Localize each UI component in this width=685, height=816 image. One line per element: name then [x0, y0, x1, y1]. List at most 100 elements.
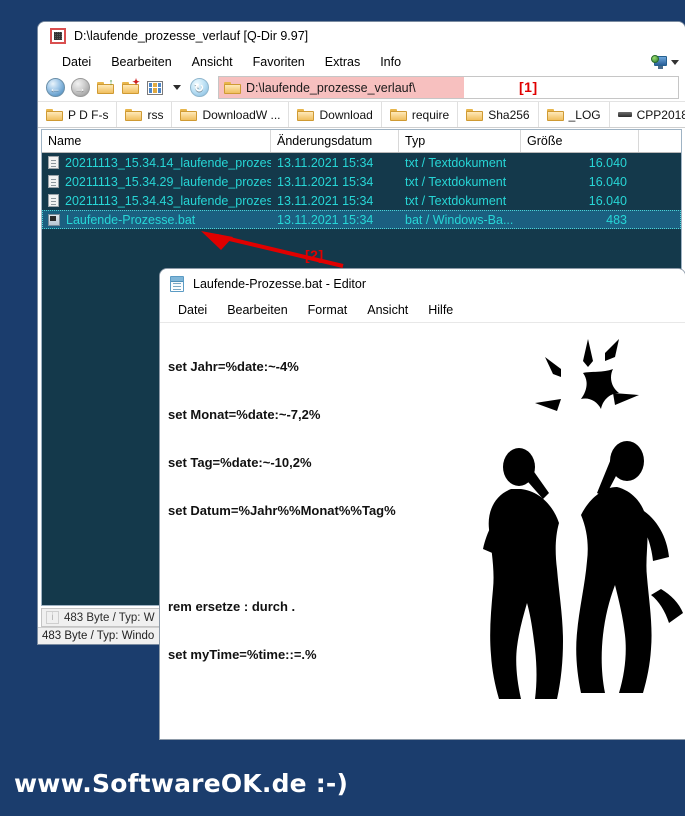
- np-menu-item-bearbeiten[interactable]: Bearbeiten: [217, 301, 297, 319]
- file-name: 20211113_15.34.43_laufende_prozes...: [65, 193, 271, 208]
- favorite-label: Download: [319, 107, 373, 122]
- menubar-right-tools: [651, 50, 679, 74]
- file-name: 20211113_15.34.14_laufende_prozes...: [65, 155, 271, 170]
- folder-icon: [224, 81, 241, 94]
- table-row[interactable]: 20211113_15.34.43_laufende_prozes... 13.…: [42, 191, 681, 210]
- file-list-rows: 20211113_15.34.14_laufende_prozes... 13.…: [42, 153, 681, 229]
- notepad-icon: [170, 275, 184, 292]
- favorite-item-rss[interactable]: rss: [117, 102, 173, 127]
- table-row[interactable]: 20211113_15.34.14_laufende_prozes... 13.…: [42, 153, 681, 172]
- file-type: txt / Textdokument: [405, 155, 507, 170]
- file-date: 13.11.2021 15:34: [277, 193, 374, 208]
- folder-icon: [546, 108, 564, 121]
- menu-item-info[interactable]: Info: [370, 53, 411, 71]
- favorite-item-log[interactable]: _LOG: [539, 102, 610, 127]
- folder-icon: [297, 108, 315, 121]
- qdir-titlebar: D:\laufende_prozesse_verlauf [Q-Dir 9.97…: [38, 22, 685, 50]
- favorite-item-pdfs[interactable]: P D F-s: [38, 102, 118, 127]
- favorite-label: _LOG: [568, 107, 601, 122]
- watermark-text: www.SoftwareOK.de :-): [14, 769, 349, 798]
- file-date: 13.11.2021 15:34: [277, 155, 374, 170]
- folder-icon: [46, 108, 63, 121]
- forward-arrow-icon[interactable]: →: [69, 77, 91, 99]
- code-line: set myTime=%time::=.%: [168, 647, 317, 662]
- annotation-marker-2: [2]: [305, 247, 324, 263]
- folder-icon: [466, 108, 484, 121]
- menu-item-datei[interactable]: Datei: [52, 53, 101, 71]
- qdir-menubar: Datei Bearbeiten Ansicht Favoriten Extra…: [38, 50, 685, 74]
- text-document-icon: [48, 175, 59, 188]
- network-monitor-icon[interactable]: [651, 55, 668, 69]
- refresh-icon[interactable]: ↻: [188, 77, 210, 99]
- info-icon: i: [46, 611, 59, 624]
- file-size: 16.040: [588, 193, 627, 208]
- chevron-down-icon[interactable]: [671, 59, 679, 65]
- annotation-marker-1: [1]: [519, 79, 538, 95]
- np-menu-item-format[interactable]: Format: [298, 301, 358, 319]
- favorites-bar: P D F-s rss DownloadW ... Download requi…: [38, 102, 685, 128]
- file-name: Laufende-Prozesse.bat: [66, 212, 196, 227]
- code-line: set Datum=%Jahr%%Monat%%Tag%: [168, 503, 396, 518]
- qdir-toolbar: ← → ↑ ✦ ↻ D:\laufende_prozesse_verlauf\ …: [38, 74, 685, 102]
- menu-item-ansicht[interactable]: Ansicht: [182, 53, 243, 71]
- favorite-item-require[interactable]: require: [382, 102, 459, 127]
- file-date: 13.11.2021 15:34: [277, 212, 374, 227]
- favorite-item-download[interactable]: Download: [289, 102, 382, 127]
- file-type: txt / Textdokument: [405, 174, 507, 189]
- column-header-size[interactable]: Größe: [521, 130, 639, 152]
- qdir-app-icon: [50, 28, 66, 44]
- favorite-label: CPP2018 (F:): [636, 107, 685, 122]
- table-row[interactable]: 20211113_15.34.29_laufende_prozes... 13.…: [42, 172, 681, 191]
- notepad-text-content: set Jahr=%date:~-4% set Monat=%date:~-7,…: [160, 323, 685, 739]
- code-line: set Jahr=%date:~-4%: [168, 359, 299, 374]
- column-header-empty: [639, 130, 681, 152]
- file-type: txt / Textdokument: [405, 193, 507, 208]
- column-header-type[interactable]: Typ: [399, 130, 521, 152]
- code-line: set Tag=%date:~-10,2%: [168, 455, 312, 470]
- file-date: 13.11.2021 15:34: [277, 174, 374, 189]
- favorite-label: P D F-s: [68, 107, 109, 122]
- file-name: 20211113_15.34.29_laufende_prozes...: [65, 174, 271, 189]
- file-type: bat / Windows-Ba...: [405, 212, 514, 227]
- back-arrow-icon[interactable]: ←: [44, 77, 66, 99]
- pane-status-text: 483 Byte / Typ: W: [64, 611, 155, 624]
- file-size: 483: [606, 212, 627, 227]
- column-header-date[interactable]: Änderungsdatum: [271, 130, 399, 152]
- np-menu-item-hilfe[interactable]: Hilfe: [418, 301, 463, 319]
- notepad-titlebar: Laufende-Prozesse.bat - Editor: [160, 269, 685, 298]
- column-header-name[interactable]: Name: [42, 130, 271, 152]
- table-row-selected[interactable]: Laufende-Prozesse.bat 13.11.2021 15:34 b…: [42, 210, 681, 229]
- chevron-down-icon[interactable]: [173, 85, 181, 90]
- favorite-label: require: [411, 107, 450, 122]
- favorite-item-cpp2018[interactable]: CPP2018 (F:): [610, 102, 685, 127]
- views-grid-icon[interactable]: [144, 77, 166, 99]
- np-menu-item-ansicht[interactable]: Ansicht: [357, 301, 418, 319]
- np-menu-item-datei[interactable]: Datei: [168, 301, 217, 319]
- code-line: rem ersetze : durch .: [168, 599, 296, 614]
- file-list-column-headers: Name Änderungsdatum Typ Größe: [42, 130, 681, 153]
- code-line: set Monat=%date:~-7,2%: [168, 407, 321, 422]
- address-bar[interactable]: D:\laufende_prozesse_verlauf\ [1]: [218, 76, 679, 99]
- drive-icon: [617, 112, 632, 117]
- folder-icon: [389, 108, 407, 121]
- notepad-window-title: Laufende-Prozesse.bat - Editor: [193, 276, 367, 291]
- address-value: D:\laufende_prozesse_verlauf\: [246, 80, 416, 95]
- favorite-item-downloadw[interactable]: DownloadW ...: [172, 102, 290, 127]
- status-text: 483 Byte / Typ: Windo: [42, 630, 155, 642]
- qdir-window-title: D:\laufende_prozesse_verlauf [Q-Dir 9.97…: [74, 29, 309, 43]
- menu-item-extras[interactable]: Extras: [315, 53, 370, 71]
- batch-file-icon: [48, 213, 60, 226]
- file-size: 16.040: [588, 155, 627, 170]
- folder-icon: [125, 108, 143, 121]
- menu-item-bearbeiten[interactable]: Bearbeiten: [101, 53, 181, 71]
- folder-up-icon[interactable]: ↑: [94, 77, 116, 99]
- menu-item-favoriten[interactable]: Favoriten: [243, 53, 315, 71]
- notepad-text-area[interactable]: set Jahr=%date:~-4% set Monat=%date:~-7,…: [160, 323, 685, 739]
- favorite-label: rss: [147, 107, 164, 122]
- file-size: 16.040: [588, 174, 627, 189]
- favorite-label: DownloadW ...: [202, 107, 281, 122]
- favorite-item-sha256[interactable]: Sha256: [458, 102, 539, 127]
- text-document-icon: [48, 194, 59, 207]
- folder-new-icon[interactable]: ✦: [119, 77, 141, 99]
